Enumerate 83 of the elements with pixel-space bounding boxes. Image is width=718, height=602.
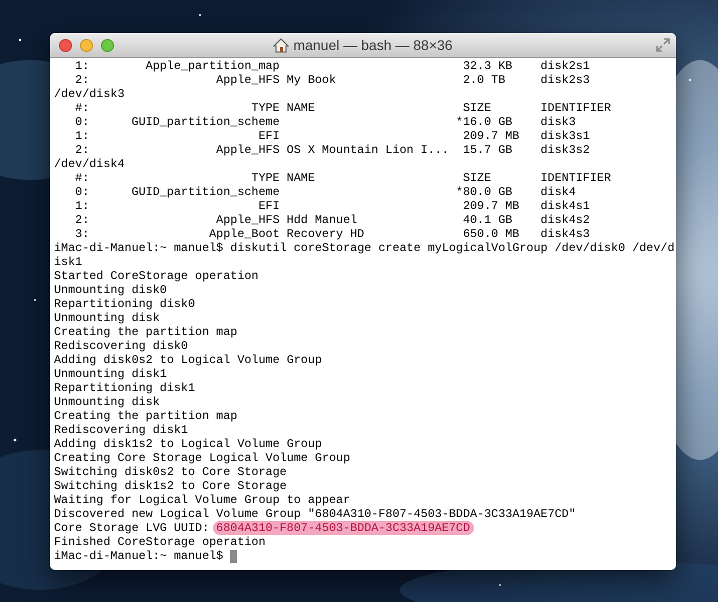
terminal-line: Started CoreStorage operation: [54, 269, 260, 283]
type-cell-text: Apple_HFS: [215, 213, 280, 227]
terminal-line: Repartitioning disk0: [54, 297, 196, 311]
name-cell: Hdd Manuel: [286, 213, 358, 227]
zoom-button[interactable]: [101, 39, 114, 52]
highlighted-uuid: 6804A310-F807-4503-BDDA-3C33A19AE7CD: [212, 521, 474, 535]
window-title: manuel — bash — 88×36: [293, 36, 453, 54]
terminal-line: Discovered new Logical Volume Group "6804A310-F807-4503-BDDA-3C33A19AE7CD": [54, 507, 577, 521]
size-cell-text: SIZE: [462, 101, 492, 115]
identifier-cell: disk4: [540, 185, 576, 199]
identifier-cell: disk2s3: [540, 73, 590, 87]
identifier-cell: disk4s3: [540, 227, 590, 241]
type-cell-text: EFI: [257, 199, 280, 213]
fullscreen-icon[interactable]: [656, 38, 670, 52]
terminal-line: Waiting for Logical Volume Group to appear: [54, 493, 352, 507]
index-cell-text: #:: [74, 101, 90, 115]
type-cell-text: TYPE: [250, 101, 280, 115]
identifier-cell: IDENTIFIER: [540, 171, 612, 185]
type-cell-text: GUID_partition_scheme: [130, 115, 280, 129]
index-cell-text: 3:: [74, 227, 90, 241]
terminal-line: isk1: [54, 255, 84, 269]
identifier-cell: disk2s1: [540, 59, 590, 73]
minimize-button[interactable]: [80, 39, 93, 52]
terminal-line: /dev/disk4: [54, 157, 126, 171]
index-cell-text: 2:: [74, 213, 90, 227]
size-cell-text: 2.0 TB: [462, 73, 506, 87]
identifier-cell: disk3: [540, 115, 576, 129]
size-cell-text: 32.3 KB: [462, 59, 514, 73]
type-cell-text: Apple_HFS: [215, 143, 280, 157]
terminal-line: Unmounting disk0: [54, 283, 168, 297]
size-cell-text: *16.0 GB: [456, 115, 514, 129]
name-cell: OS X Mountain Lion I...: [286, 143, 449, 157]
index-cell-text: #:: [74, 171, 90, 185]
terminal-line: Repartitioning disk1: [54, 381, 196, 395]
size-cell-text: 209.7 MB: [462, 199, 520, 213]
size-cell-text: SIZE: [462, 171, 492, 185]
type-cell-text: TYPE: [250, 171, 280, 185]
terminal-line: Rediscovering disk0: [54, 339, 189, 353]
type-cell-text: Apple_partition_map: [144, 59, 280, 73]
name-cell: NAME: [286, 171, 315, 185]
name-cell: Recovery HD: [286, 227, 364, 241]
terminal-line: /dev/disk3: [54, 87, 126, 101]
terminal-line: Switching disk0s2 to Core Storage: [54, 465, 288, 479]
close-button[interactable]: [59, 39, 72, 52]
type-cell-text: GUID_partition_scheme: [130, 185, 280, 199]
index-cell-text: 1:: [74, 199, 90, 213]
type-cell-text: Apple_HFS: [215, 73, 280, 87]
size-cell-text: 650.0 MB: [462, 227, 520, 241]
terminal-line: Adding disk0s2 to Logical Volume Group: [54, 353, 323, 367]
terminal-line: Unmounting disk: [54, 395, 161, 409]
terminal-line: Unmounting disk: [54, 311, 161, 325]
name-cell: NAME: [286, 101, 315, 115]
terminal-line: Creating the partition map: [54, 325, 238, 339]
terminal-line: Unmounting disk1: [54, 367, 168, 381]
identifier-cell: disk4s2: [540, 213, 590, 227]
terminal-line: Rediscovering disk1: [54, 423, 189, 437]
home-icon: [273, 38, 290, 52]
terminal-line: Creating the partition map: [54, 409, 238, 423]
identifier-cell: disk3s1: [540, 129, 590, 143]
type-cell-text: EFI: [257, 129, 280, 143]
terminal-line: iMac-di-Manuel:~ manuel$ diskutil coreStorage create myLogicalVolGroup /dev/disk0 /dev/d: [54, 241, 676, 255]
cursor: [230, 550, 238, 562]
index-cell-text: 1:: [74, 59, 90, 73]
identifier-cell: IDENTIFIER: [540, 101, 612, 115]
index-cell-text: 2:: [74, 73, 90, 87]
size-cell-text: 15.7 GB: [462, 143, 514, 157]
terminal-line: Creating Core Storage Logical Volume Group: [54, 451, 352, 465]
identifier-cell: disk3s2: [540, 143, 590, 157]
index-cell-text: 0:: [74, 185, 90, 199]
size-cell-text: *80.0 GB: [456, 185, 514, 199]
terminal-line: Switching disk1s2 to Core Storage: [54, 479, 288, 493]
index-cell-text: 0:: [74, 115, 90, 129]
index-cell-text: 2:: [74, 143, 90, 157]
terminal-line: Adding disk1s2 to Logical Volume Group: [54, 437, 323, 451]
terminal-line: Finished CoreStorage operation: [54, 535, 267, 549]
size-cell-text: 209.7 MB: [462, 129, 520, 143]
terminal-line: Core Storage LVG UUID:: [54, 521, 210, 535]
terminal-line: iMac-di-Manuel:~ manuel$: [54, 549, 224, 563]
name-cell: My Book: [286, 73, 336, 87]
identifier-cell: disk4s1: [540, 199, 590, 213]
size-cell-text: 40.1 GB: [462, 213, 514, 227]
index-cell-text: 1:: [74, 129, 90, 143]
type-cell-text: Apple_Boot: [208, 227, 280, 241]
